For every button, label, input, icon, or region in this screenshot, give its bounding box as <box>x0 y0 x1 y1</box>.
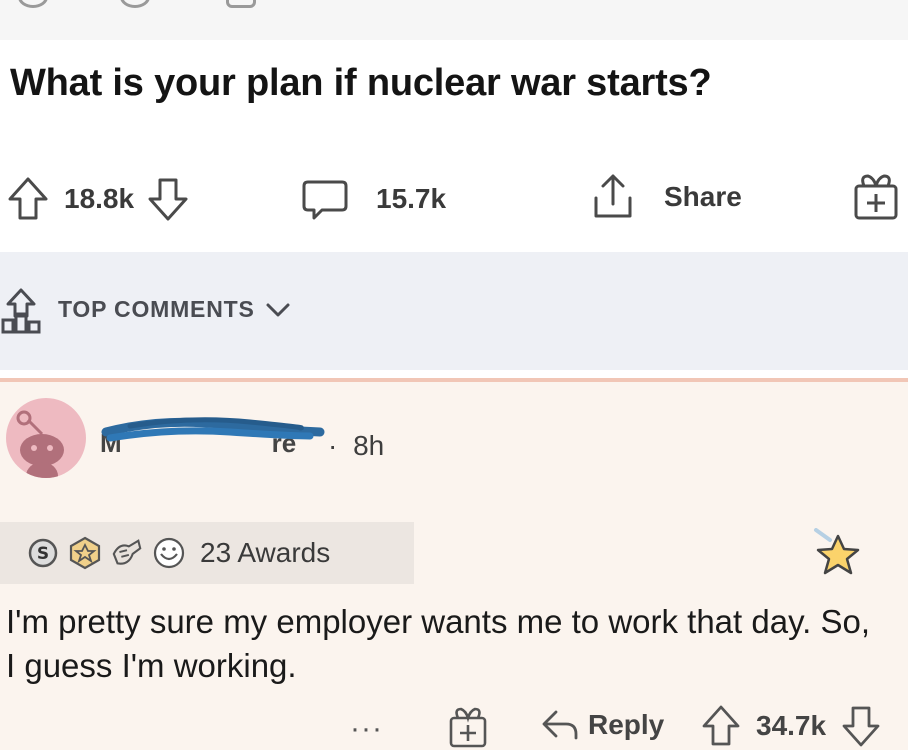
post-action-bar: 18.8k 15.7k Share <box>0 170 908 230</box>
wholesome-award-icon <box>152 536 186 570</box>
share-label: Share <box>664 181 742 212</box>
give-award-button[interactable] <box>850 170 902 222</box>
time-separator: · <box>328 430 338 461</box>
sort-bars-icon <box>1 288 41 334</box>
awards-row[interactable]: S 23 Awards <box>0 522 414 584</box>
upvote-count: 18.8k <box>64 183 135 214</box>
comment-award-button[interactable] <box>446 704 490 748</box>
comment-sort-dropdown[interactable]: TOP COMMENTS <box>58 296 291 323</box>
comment-bubble-icon <box>302 180 348 220</box>
comment-count: 15.7k <box>376 183 447 214</box>
more-options-button[interactable]: ··· <box>350 712 383 746</box>
cut-off-icon <box>18 0 48 8</box>
cut-off-icon <box>226 0 256 8</box>
comment-vote-group: 34.7k <box>700 704 882 748</box>
reply-button[interactable]: Reply <box>540 706 664 744</box>
svg-text:S: S <box>37 544 49 564</box>
gold-badge-icon <box>68 536 102 570</box>
reply-arrow-icon <box>542 710 578 740</box>
down-arrow-icon[interactable] <box>840 704 882 748</box>
post-title[interactable]: What is your plan if nuclear war starts? <box>10 62 712 105</box>
upvote-group: 18.8k <box>6 176 190 222</box>
snoo-avatar-icon <box>16 410 64 478</box>
gift-icon <box>854 174 898 220</box>
star-award-icon <box>814 528 860 575</box>
comment-timestamp: · 8h <box>328 430 384 462</box>
avatar[interactable] <box>6 398 86 478</box>
sort-label: TOP COMMENTS <box>58 296 255 322</box>
gift-icon <box>449 707 487 748</box>
up-arrow-icon[interactable] <box>700 704 742 748</box>
reply-label: Reply <box>588 709 665 740</box>
redaction-scribble <box>101 417 325 442</box>
comment-time: 8h <box>353 430 385 461</box>
comment-body: I'm pretty sure my employer wants me to … <box>6 603 870 684</box>
comments-button[interactable]: 15.7k <box>300 176 446 222</box>
up-arrow-icon[interactable] <box>6 176 50 222</box>
star-award-badge[interactable] <box>810 528 866 589</box>
cut-off-icon <box>120 0 150 8</box>
helpful-award-icon <box>110 536 144 570</box>
share-button[interactable]: Share <box>590 172 742 222</box>
previous-row-strip <box>0 0 908 40</box>
down-arrow-icon[interactable] <box>146 176 190 222</box>
comment-vote-count: 34.7k <box>756 710 827 741</box>
chevron-down-icon <box>266 303 290 316</box>
silver-award-icon: S <box>26 536 60 570</box>
awards-count: 23 Awards <box>200 537 331 568</box>
share-icon <box>594 174 632 218</box>
